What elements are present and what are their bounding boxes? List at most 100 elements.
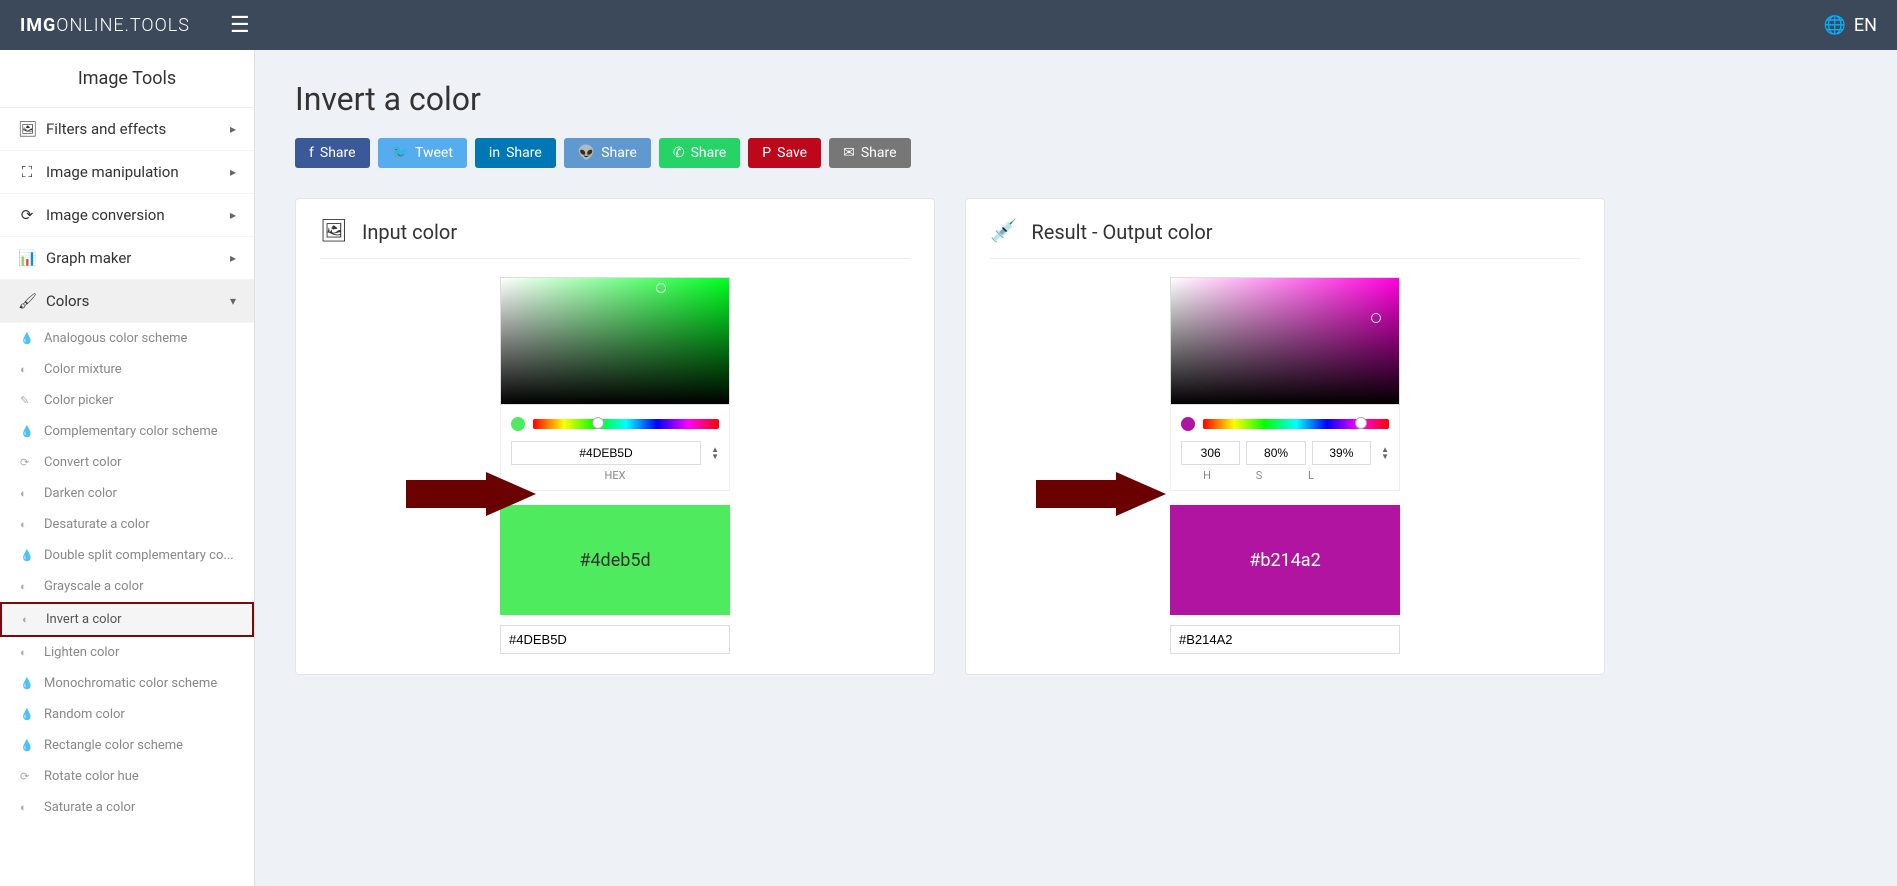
saturation-area[interactable] <box>1170 277 1400 405</box>
saturation-input[interactable] <box>1246 441 1305 465</box>
chevron-right-icon: ▸ <box>230 251 236 265</box>
main-content: Invert a color fShare 🐦Tweet inShare 👽Sh… <box>255 50 1897 886</box>
saturation-area[interactable] <box>500 277 730 405</box>
sidebar: Image Tools 🖼Filters and effects ▸ ⛶Imag… <box>0 50 255 886</box>
drop-icon: 💧 <box>20 677 34 690</box>
refresh-icon: ⟳ <box>20 456 34 469</box>
refresh-icon: ⟳ <box>20 770 34 783</box>
crop-icon: ⛶ <box>18 163 36 181</box>
whatsapp-icon: ✆ <box>673 145 685 161</box>
sub-double-split[interactable]: 💧Double split complementary co... <box>0 540 254 571</box>
logo[interactable]: IMGONLINE.TOOLS <box>20 15 190 36</box>
globe-icon: 🌐 <box>1824 15 1846 36</box>
chevron-right-icon: ▸ <box>230 208 236 222</box>
language-label: EN <box>1854 15 1877 36</box>
sub-picker[interactable]: ✎Color picker <box>0 385 254 416</box>
menu-icon[interactable]: ☰ <box>230 13 250 38</box>
sub-rotate-hue[interactable]: ⟳Rotate color hue <box>0 761 254 792</box>
adjust-icon: ◐ <box>20 580 34 593</box>
chevron-right-icon: ▸ <box>230 122 236 136</box>
nav-image-manipulation[interactable]: ⛶Image manipulation ▸ <box>0 151 254 194</box>
s-label: S <box>1233 469 1285 482</box>
sub-desaturate[interactable]: ◐Desaturate a color <box>0 509 254 540</box>
hex-input[interactable] <box>511 441 701 465</box>
sub-grayscale[interactable]: ◐Grayscale a color <box>0 571 254 602</box>
sidebar-title: Image Tools <box>0 50 254 108</box>
input-swatch: #4deb5d <box>500 505 730 615</box>
drop-icon: 💧 <box>20 332 34 345</box>
hue-slider[interactable] <box>1203 419 1389 429</box>
adjust-icon: ◐ <box>20 363 34 376</box>
sub-monochromatic[interactable]: 💧Monochromatic color scheme <box>0 668 254 699</box>
hue-slider[interactable] <box>533 419 719 429</box>
sub-darken[interactable]: ◐Darken color <box>0 478 254 509</box>
eyedropper-icon: ✎ <box>20 394 34 407</box>
nav-image-conversion[interactable]: ⟳Image conversion ▸ <box>0 194 254 237</box>
sub-saturate[interactable]: ◐Saturate a color <box>0 792 254 823</box>
input-card-title: Input color <box>362 220 457 244</box>
output-color-card: 💉 Result - Output color <box>965 198 1605 675</box>
page-title: Invert a color <box>295 80 1857 118</box>
hue-input[interactable] <box>1181 441 1240 465</box>
share-whatsapp[interactable]: ✆Share <box>659 138 740 168</box>
saturation-cursor[interactable] <box>656 283 666 293</box>
twitter-icon: 🐦 <box>392 145 409 161</box>
sub-analogous[interactable]: 💧Analogous color scheme <box>0 323 254 354</box>
hex-label: HEX <box>605 469 626 482</box>
adjust-icon: ◐ <box>22 613 36 626</box>
chart-icon: 📊 <box>18 249 36 267</box>
color-preview-dot <box>511 417 525 431</box>
language-selector[interactable]: 🌐 EN <box>1824 15 1878 36</box>
format-spinner[interactable]: ▲▼ <box>1377 446 1389 460</box>
hue-thumb[interactable] <box>592 417 604 429</box>
output-swatch: #b214a2 <box>1170 505 1400 615</box>
eyedropper-icon: 💉 <box>990 219 1017 244</box>
input-color-card: 🖼 Input color <box>295 198 935 675</box>
h-label: H <box>1181 469 1233 482</box>
sub-rectangle[interactable]: 💧Rectangle color scheme <box>0 730 254 761</box>
chevron-right-icon: ▸ <box>230 165 236 179</box>
share-pinterest[interactable]: PSave <box>748 138 821 168</box>
drop-icon: 💧 <box>20 708 34 721</box>
image-icon: 🖼 <box>320 219 348 244</box>
adjust-icon: ◐ <box>20 646 34 659</box>
drop-icon: 💧 <box>20 425 34 438</box>
facebook-icon: f <box>309 145 314 161</box>
refresh-icon: ⟳ <box>18 206 36 224</box>
sub-mixture[interactable]: ◐Color mixture <box>0 354 254 385</box>
drop-icon: 💧 <box>20 739 34 752</box>
share-reddit[interactable]: 👽Share <box>564 138 651 168</box>
nav-colors[interactable]: 🖌Colors ▾ <box>0 280 254 323</box>
brush-icon: 🖌 <box>18 292 36 310</box>
share-row: fShare 🐦Tweet inShare 👽Share ✆Share PSav… <box>295 138 1857 168</box>
sub-invert[interactable]: ◐Invert a color <box>0 602 254 637</box>
email-icon: ✉ <box>843 145 855 161</box>
top-bar: IMGONLINE.TOOLS ☰ 🌐 EN <box>0 0 1897 50</box>
lightness-input[interactable] <box>1312 441 1371 465</box>
sub-lighten[interactable]: ◐Lighten color <box>0 637 254 668</box>
sub-random[interactable]: 💧Random color <box>0 699 254 730</box>
output-hex-display[interactable] <box>1170 625 1400 654</box>
share-twitter[interactable]: 🐦Tweet <box>378 138 467 168</box>
nav-filters-effects[interactable]: 🖼Filters and effects ▸ <box>0 108 254 151</box>
pinterest-icon: P <box>762 145 771 161</box>
sub-complementary[interactable]: 💧Complementary color scheme <box>0 416 254 447</box>
drop-icon: 💧 <box>20 549 34 562</box>
adjust-icon: ◐ <box>20 801 34 814</box>
nav-graph-maker[interactable]: 📊Graph maker ▸ <box>0 237 254 280</box>
format-spinner[interactable]: ▲▼ <box>707 446 719 460</box>
linkedin-icon: in <box>489 145 500 161</box>
image-icon: 🖼 <box>18 120 36 138</box>
chevron-down-icon: ▾ <box>230 294 236 308</box>
color-preview-dot <box>1181 417 1195 431</box>
saturation-cursor[interactable] <box>1371 313 1381 323</box>
hue-thumb[interactable] <box>1355 417 1367 429</box>
reddit-icon: 👽 <box>578 145 595 161</box>
share-linkedin[interactable]: inShare <box>475 138 556 168</box>
share-email[interactable]: ✉Share <box>829 138 910 168</box>
output-card-title: Result - Output color <box>1031 220 1212 244</box>
adjust-icon: ◐ <box>20 487 34 500</box>
share-facebook[interactable]: fShare <box>295 138 370 168</box>
sub-convert[interactable]: ⟳Convert color <box>0 447 254 478</box>
input-hex-display[interactable] <box>500 625 730 654</box>
